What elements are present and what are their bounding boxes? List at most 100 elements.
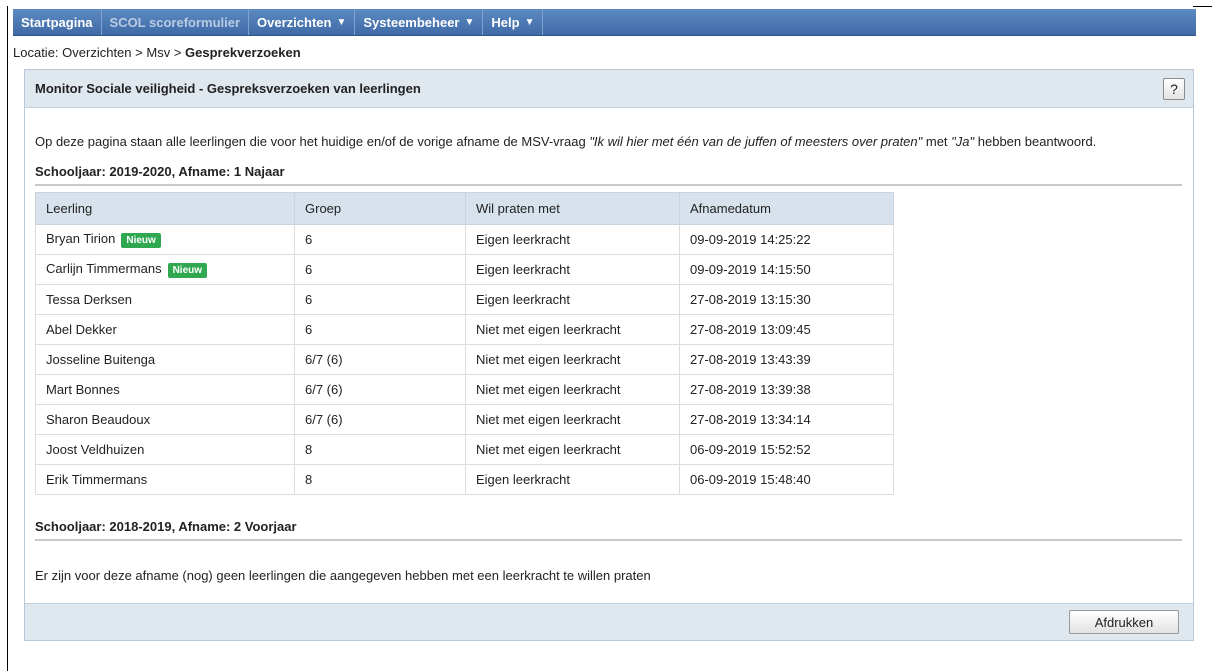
panel-footer: Afdrukken: [25, 603, 1193, 640]
cell-groep: 6: [294, 224, 466, 255]
nav-label: Systeembeheer: [363, 14, 460, 30]
cell-wil-praten-met: Niet met eigen leerkracht: [465, 314, 680, 345]
cell-groep: 6: [294, 254, 466, 285]
cell-wil-praten-met: Eigen leerkracht: [465, 464, 680, 495]
main-panel: Monitor Sociale veiligheid - Gespreksver…: [24, 69, 1194, 641]
cell-wil-praten-met: Niet met eigen leerkracht: [465, 344, 680, 375]
nav-startpagina[interactable]: Startpagina: [13, 9, 102, 35]
cell-leerling: Abel Dekker: [35, 314, 295, 345]
dropdown-arrow-icon: ▼: [524, 16, 535, 28]
cell-wil-praten-met: Eigen leerkracht: [465, 254, 680, 285]
intro-part3: hebben beantwoord.: [974, 134, 1097, 149]
cell-afnamedatum: 27-08-2019 13:15:30: [679, 284, 894, 315]
section-title-2018-2019: Schooljaar: 2018-2019, Afname: 2 Voorjaa…: [35, 519, 1182, 541]
table-row: Tessa Derksen 6 Eigen leerkracht 27-08-2019…: [35, 284, 894, 315]
student-name: Abel Dekker: [46, 322, 117, 337]
cell-groep: 6/7 (6): [294, 344, 466, 375]
cell-afnamedatum: 27-08-2019 13:34:14: [679, 404, 894, 435]
cell-wil-praten-met: Niet met eigen leerkracht: [465, 404, 680, 435]
table-row: Joost Veldhuizen 8 Niet met eigen leerkrac…: [35, 434, 894, 465]
breadcrumb-current: Gesprekverzoeken: [185, 45, 301, 60]
panel-header: Monitor Sociale veiligheid - Gespreksver…: [25, 70, 1193, 108]
cell-leerling: Tessa Derksen: [35, 284, 295, 315]
intro-answer: "Ja": [951, 134, 975, 149]
nav-help[interactable]: Help ▼: [483, 9, 544, 35]
intro-part2: met: [922, 134, 952, 149]
student-name: Joost Veldhuizen: [46, 442, 145, 457]
cell-wil-praten-met: Niet met eigen leerkracht: [465, 374, 680, 405]
table-row: Erik Timmermans 8 Eigen leerkracht 06-09-20…: [35, 464, 894, 495]
column-header-groep: Groep: [294, 192, 466, 225]
cell-wil-praten-met: Eigen leerkracht: [465, 284, 680, 315]
cell-groep: 8: [294, 464, 466, 495]
cell-leerling: Bryan Tirion Nieuw: [35, 224, 295, 255]
cell-afnamedatum: 06-09-2019 15:52:52: [679, 434, 894, 465]
cell-leerling: Josseline Buitenga: [35, 344, 295, 375]
nav-label: Startpagina: [21, 14, 93, 30]
nav-scol-scoreformulier[interactable]: SCOL scoreformulier: [102, 9, 250, 35]
new-badge: Nieuw: [121, 232, 161, 248]
column-header-wil-praten-met: Wil praten met: [465, 192, 680, 225]
cell-leerling: Joost Veldhuizen: [35, 434, 295, 465]
breadcrumb-link-overzichten[interactable]: Overzichten: [62, 45, 131, 60]
main-navbar: Startpagina SCOL scoreformulier Overzich…: [13, 9, 1196, 36]
page-frame-left-border: [7, 6, 8, 671]
cell-groep: 6/7 (6): [294, 374, 466, 405]
breadcrumb-separator: >: [170, 45, 186, 60]
cell-leerling: Erik Timmermans: [35, 464, 295, 495]
breadcrumb-prefix: Locatie:: [13, 45, 63, 60]
dropdown-arrow-icon: ▼: [464, 16, 475, 28]
section-title-2019-2020: Schooljaar: 2019-2020, Afname: 1 Najaar: [35, 164, 1182, 186]
breadcrumb: Locatie: Overzichten > Msv > Gesprekverz…: [13, 45, 301, 60]
print-button[interactable]: Afdrukken: [1069, 610, 1179, 634]
cell-afnamedatum: 06-09-2019 15:48:40: [679, 464, 894, 495]
student-name: Erik Timmermans: [46, 472, 148, 487]
intro-part1: Op deze pagina staan alle leerlingen die…: [35, 134, 590, 149]
student-name: Tessa Derksen: [46, 292, 132, 307]
student-name: Carlijn Timmermans: [46, 261, 162, 277]
cell-afnamedatum: 09-09-2019 14:25:22: [679, 224, 894, 255]
breadcrumb-link-msv[interactable]: Msv: [146, 45, 170, 60]
table-row: Carlijn Timmermans Nieuw 6 Eigen leerkracht…: [35, 254, 894, 285]
nav-overzichten[interactable]: Overzichten ▼: [249, 9, 356, 35]
gespreksverzoeken-table: Leerling Groep Wil praten met Afnamedatu…: [35, 192, 894, 495]
help-button[interactable]: ?: [1163, 78, 1185, 100]
cell-wil-praten-met: Eigen leerkracht: [465, 224, 680, 255]
nav-systeembeheer[interactable]: Systeembeheer ▼: [355, 9, 484, 35]
student-name: Mart Bonnes: [46, 382, 120, 397]
page-frame-top-border: [1193, 6, 1212, 7]
intro-text: Op deze pagina staan alle leerlingen die…: [35, 134, 1096, 149]
student-name: Josseline Buitenga: [46, 352, 156, 367]
intro-quote: "Ik wil hier met één van de juffen of me…: [589, 134, 923, 149]
student-name: Bryan Tirion: [46, 231, 116, 247]
column-header-leerling: Leerling: [35, 192, 295, 225]
nav-label: Overzichten: [257, 14, 332, 30]
breadcrumb-separator: >: [131, 45, 147, 60]
table-row: Abel Dekker 6 Niet met eigen leerkracht 27-…: [35, 314, 894, 345]
table-row: Bryan Tirion Nieuw 6 Eigen leerkracht 09-09-…: [35, 224, 894, 255]
nav-label: SCOL scoreformulier: [109, 14, 241, 30]
cell-wil-praten-met: Niet met eigen leerkracht: [465, 434, 680, 465]
table-row: Josseline Buitenga 6/7 (6) Niet met eigen …: [35, 344, 894, 375]
table-row: Mart Bonnes 6/7 (6) Niet met eigen leerkra…: [35, 374, 894, 405]
cell-afnamedatum: 27-08-2019 13:09:45: [679, 314, 894, 345]
cell-afnamedatum: 09-09-2019 14:15:50: [679, 254, 894, 285]
cell-leerling: Carlijn Timmermans Nieuw: [35, 254, 295, 285]
empty-message: Er zijn voor deze afname (nog) geen leer…: [35, 568, 651, 583]
cell-afnamedatum: 27-08-2019 13:39:38: [679, 374, 894, 405]
cell-groep: 6: [294, 314, 466, 345]
new-badge: Nieuw: [167, 262, 208, 278]
column-header-afnamedatum: Afnamedatum: [679, 192, 894, 225]
dropdown-arrow-icon: ▼: [336, 16, 347, 28]
table-row: Sharon Beaudoux 6/7 (6) Niet met eigen lee…: [35, 404, 894, 435]
cell-leerling: Mart Bonnes: [35, 374, 295, 405]
cell-groep: 8: [294, 434, 466, 465]
page-title: Monitor Sociale veiligheid - Gespreksver…: [35, 81, 421, 96]
student-name: Sharon Beaudoux: [46, 412, 151, 427]
cell-groep: 6: [294, 284, 466, 315]
cell-leerling: Sharon Beaudoux: [35, 404, 295, 435]
cell-groep: 6/7 (6): [294, 404, 466, 435]
cell-afnamedatum: 27-08-2019 13:43:39: [679, 344, 894, 375]
help-icon: ?: [1170, 81, 1178, 97]
table-header-row: Leerling Groep Wil praten met Afnamedatu…: [35, 192, 894, 225]
